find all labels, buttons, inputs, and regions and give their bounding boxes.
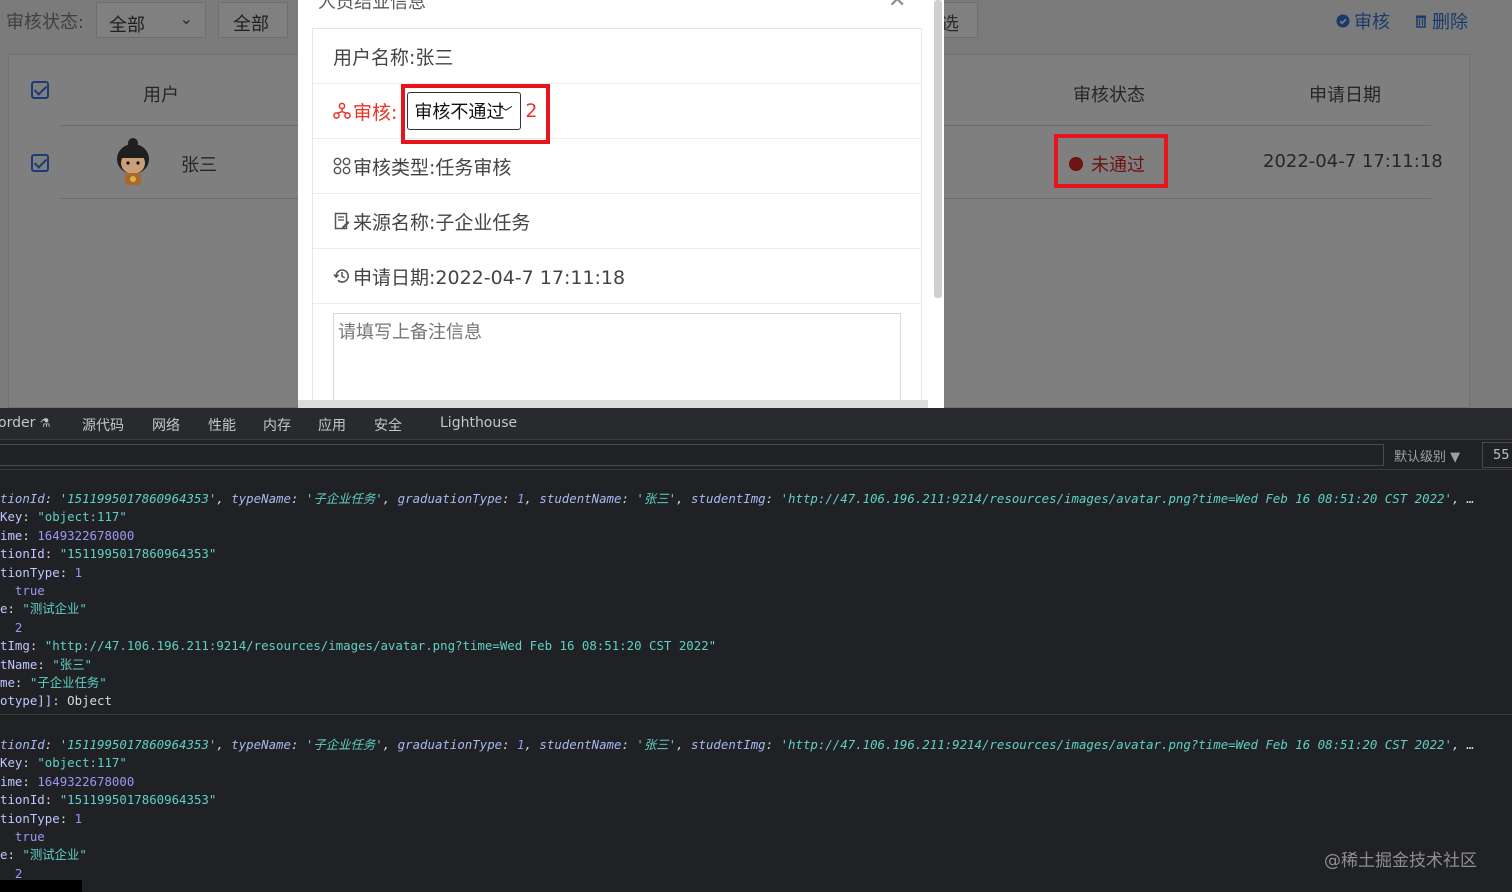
log-property-line: tionId: "1511995017860964353" [0, 546, 217, 562]
log-property-line: tName: "张三" [0, 656, 92, 672]
audit-select-highlight-box [401, 84, 550, 144]
source-name-row: 来源名称:子企业任务 [313, 194, 921, 249]
watermark: @稀土掘金技术社区 [1324, 851, 1477, 871]
log-property-line: me: "子企业任务" [0, 675, 107, 690]
column-header-status: 审核状态 [1073, 85, 1145, 106]
devtools-tabbar: order ⚗ 源代码 网络 性能 内存 应用 安全 Lighthouse [0, 408, 1512, 440]
apply-date-text: 申请日期:2022-04-7 17:11:18 [353, 266, 626, 289]
audit-label: 审核: [353, 101, 398, 124]
document-edit-icon [334, 212, 350, 230]
tab-network[interactable]: 网络 [152, 415, 180, 435]
horizontal-scrollbar[interactable] [298, 400, 928, 408]
check-circle-icon [1336, 14, 1350, 28]
console-filter-input[interactable] [0, 444, 1384, 466]
hierarchy-icon [333, 102, 351, 119]
log-level-dropdown[interactable]: 默认级别 ▼ [1394, 446, 1460, 465]
history-icon [333, 269, 349, 283]
audit-type-row: 审核类型:任务审核 [313, 139, 921, 194]
message-count-badge[interactable]: 55 [1482, 442, 1512, 468]
tab-lighthouse[interactable]: Lighthouse [440, 415, 517, 431]
flask-icon: ⚗ [39, 416, 51, 430]
log-property-line: 2 [14, 619, 23, 635]
user-name-text: 用户名称:张三 [333, 46, 454, 69]
log-property-line: otype]]: Object [0, 693, 112, 709]
close-icon[interactable]: ✕ [888, 0, 906, 13]
log-property-line: Key: "object:117" [0, 509, 127, 525]
log-summary-line[interactable]: tionId: '1511995017860964353', typeName:… [0, 736, 1474, 754]
log-property-line: tImg: "http://47.106.196.211:9214/resour… [0, 638, 717, 654]
log-property-line: Key: "object:117" [0, 755, 127, 771]
user-avatar [117, 138, 149, 185]
status-filter-select[interactable]: 全部 ⌄ [96, 2, 206, 38]
delete-action-button[interactable]: 删除 [1414, 8, 1468, 34]
apply-date-row: 申请日期:2022-04-7 17:11:18 [313, 249, 921, 304]
tab-application[interactable]: 应用 [318, 415, 346, 435]
status-filter-label: 审核状态: [6, 12, 85, 33]
log-property-line: ime: 1649322678000 [0, 527, 135, 543]
audit-type-text: 审核类型:任务审核 [353, 156, 512, 179]
bottom-strip [0, 880, 82, 892]
tab-sources[interactable]: 源代码 [82, 415, 124, 435]
user-name-row: 用户名称:张三 [313, 29, 921, 84]
log-summary-line[interactable]: tionId: '1511995017860964353', typeName:… [0, 490, 1474, 508]
audit-action-label: 审核 [1354, 12, 1390, 33]
log-property-line: e: "测试企业" [0, 601, 87, 617]
source-name-text: 来源名称:子企业任务 [353, 211, 531, 234]
status-filter-value: 全部 [109, 15, 145, 36]
tab-memory[interactable]: 内存 [263, 415, 291, 435]
log-property-line: ime: 1649322678000 [0, 773, 135, 789]
status-highlight-box [1054, 134, 1168, 188]
apps-icon [333, 157, 351, 175]
column-header-date: 申请日期 [1309, 85, 1381, 106]
log-property-line: true [14, 829, 45, 844]
select-all-checkbox[interactable] [31, 81, 49, 99]
remark-textarea[interactable] [333, 313, 901, 408]
row-apply-date: 2022-04-7 17:11:18 [1263, 151, 1443, 172]
row-checkbox[interactable] [31, 154, 49, 172]
delete-action-label: 删除 [1432, 12, 1468, 33]
tab-recorder[interactable]: order ⚗ [0, 415, 51, 431]
column-header-user: 用户 [143, 85, 179, 106]
modal-title: 人员结业信息 [318, 0, 426, 13]
log-property-line: true [14, 583, 45, 598]
trash-icon [1416, 15, 1426, 28]
audit-action-button[interactable]: 审核 [1336, 8, 1390, 34]
tab-performance[interactable]: 性能 [208, 415, 236, 435]
log-property-line: e: "测试企业" [0, 847, 87, 863]
log-property-line: tionType: 1 [0, 810, 83, 826]
row-user-name: 张三 [181, 155, 217, 176]
vertical-scrollbar[interactable] [934, 0, 942, 298]
devtools-panel: order ⚗ 源代码 网络 性能 内存 应用 安全 Lighthouse 默认… [0, 408, 1512, 892]
console-filter-bar: 默认级别 ▼ 55 [0, 442, 1512, 470]
graduation-info-modal: 人员结业信息 ✕ 用户名称:张三 审核: 审核不通过 ﹀ 2 审核类型:任务审核… [298, 0, 944, 408]
log-property-line: tionType: 1 [0, 564, 83, 580]
all-button[interactable]: 全部 [218, 2, 288, 38]
log-separator [0, 714, 1512, 715]
tab-security[interactable]: 安全 [374, 415, 402, 435]
log-property-line: tionId: "1511995017860964353" [0, 792, 217, 808]
chevron-down-icon: ⌄ [179, 9, 193, 28]
